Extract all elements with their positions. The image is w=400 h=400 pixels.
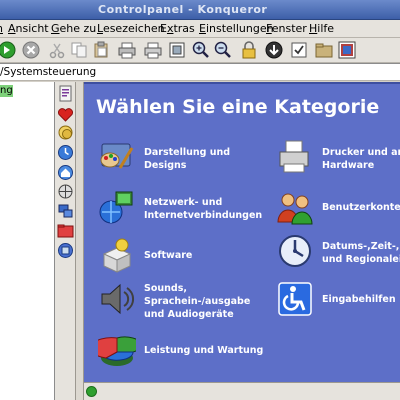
menu-gehe-zu[interactable]: Gehe zu <box>51 22 96 35</box>
tree-selected-item[interactable]: ng <box>0 85 13 97</box>
fullscreen-icon[interactable] <box>338 41 356 59</box>
menu-einstellungen[interactable]: Einstellungen <box>199 22 274 35</box>
document-icon[interactable] <box>57 85 74 102</box>
menu-datei[interactable]: n <box>0 22 3 35</box>
category-label: Drucker und and Hardware <box>322 147 400 171</box>
devices-icon[interactable] <box>57 202 74 219</box>
print-preview-icon[interactable] <box>144 41 162 59</box>
status-bar <box>84 382 400 400</box>
accessibility-icon <box>276 280 314 318</box>
menu-extras[interactable]: Extras <box>160 22 195 35</box>
status-indicator-icon <box>86 386 97 397</box>
main-toolbar <box>0 38 400 63</box>
clock-sidebar-icon[interactable] <box>57 144 74 161</box>
menu-ansicht[interactable]: Ansicht <box>8 22 49 35</box>
performance-icon <box>98 332 136 370</box>
title-bar[interactable]: Controlpanel - Konqueror <box>0 0 400 20</box>
sidebar-tabs <box>55 82 76 400</box>
network-icon[interactable] <box>57 183 74 200</box>
bookmarks-icon[interactable] <box>315 41 333 59</box>
konqueror-window: Controlpanel - Konqueror n Ansicht Gehe … <box>0 0 400 400</box>
menu-lesezeichen[interactable]: Lesezeichen <box>97 22 165 35</box>
navigation-tree: ng <box>0 82 55 400</box>
category-label: Darstellung und Designs <box>144 147 231 171</box>
network-connections-icon <box>98 188 136 226</box>
page-title: Wählen Sie eine Kategorie <box>96 96 380 118</box>
download-icon[interactable] <box>265 41 283 59</box>
category-label: Datums-,Zeit-,S und Regionalein <box>322 241 400 265</box>
copy-icon[interactable] <box>70 41 88 59</box>
menu-fenster[interactable]: Fenster <box>266 22 307 35</box>
forward-icon[interactable] <box>0 41 16 59</box>
history-icon[interactable] <box>57 124 74 141</box>
paste-icon[interactable] <box>92 41 110 59</box>
menu-bar: n Ansicht Gehe zu Lesezeichen Extras Ein… <box>0 20 400 38</box>
users-icon <box>276 188 314 226</box>
print-icon[interactable] <box>118 41 136 59</box>
window-title: Controlpanel - Konqueror <box>98 3 268 16</box>
category-label: Sounds, Sprachein-/ausgabe und Audiogerä… <box>144 283 251 320</box>
vertical-scrollbar[interactable] <box>76 82 84 400</box>
help-icon[interactable] <box>57 242 74 259</box>
clock-icon <box>276 232 314 270</box>
home-icon[interactable] <box>57 164 74 181</box>
speaker-icon <box>98 280 136 318</box>
location-url[interactable]: /Systemsteuerung <box>0 66 96 78</box>
location-bar[interactable]: /Systemsteuerung <box>0 63 400 81</box>
category-label: Benutzerkonten <box>322 202 400 213</box>
folder-icon[interactable] <box>57 222 74 239</box>
bookmarks-heart-icon[interactable] <box>57 106 74 123</box>
display-themes-icon <box>98 138 136 176</box>
category-label: Leistung und Wartung <box>144 345 264 356</box>
menu-hilfe[interactable]: Hilfe <box>309 22 334 35</box>
zoom-in-icon[interactable] <box>192 41 210 59</box>
zoom-out-icon[interactable] <box>214 41 232 59</box>
zoom-full-icon[interactable] <box>168 41 186 59</box>
cut-icon[interactable] <box>48 41 66 59</box>
software-icon <box>98 236 136 274</box>
category-label: Eingabehilfen <box>322 294 396 305</box>
checkbox-icon[interactable] <box>290 41 308 59</box>
control-panel-content: Wählen Sie eine Kategorie Darstellung un… <box>84 82 400 382</box>
printer-icon <box>276 138 314 176</box>
stop-icon[interactable] <box>22 41 40 59</box>
lock-icon[interactable] <box>240 41 258 59</box>
category-label: Software <box>144 250 193 261</box>
category-label: Netzwerk- und Internetverbindungen <box>144 197 263 221</box>
